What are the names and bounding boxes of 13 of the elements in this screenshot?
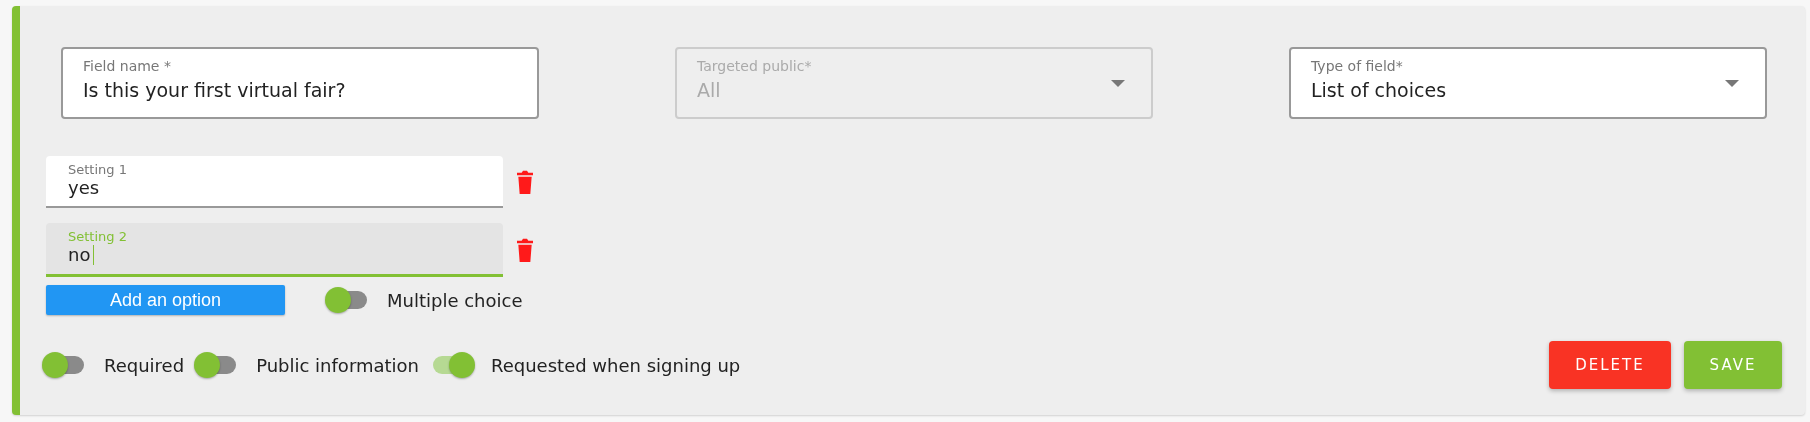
input-field[interactable]: Setting 1 yes [46, 156, 503, 208]
trash-icon[interactable] [515, 238, 535, 262]
select-field[interactable]: Type of field* List of choices [1289, 47, 1767, 119]
caret-icon [1111, 80, 1125, 87]
toggle-label: Public information [256, 354, 419, 376]
toggle-label: Multiple choice [387, 289, 523, 311]
input-field[interactable]: Field name * Is this your first virtual fair? [61, 47, 539, 119]
input-field[interactable]: Setting 2 no [46, 223, 503, 277]
caret-icon [1725, 80, 1739, 87]
trash-icon[interactable] [515, 170, 535, 194]
toggle-label: Required [104, 354, 185, 376]
toggle-label: Requested when signing up [491, 354, 741, 376]
delete-button[interactable]: DELETE [1549, 341, 1671, 389]
